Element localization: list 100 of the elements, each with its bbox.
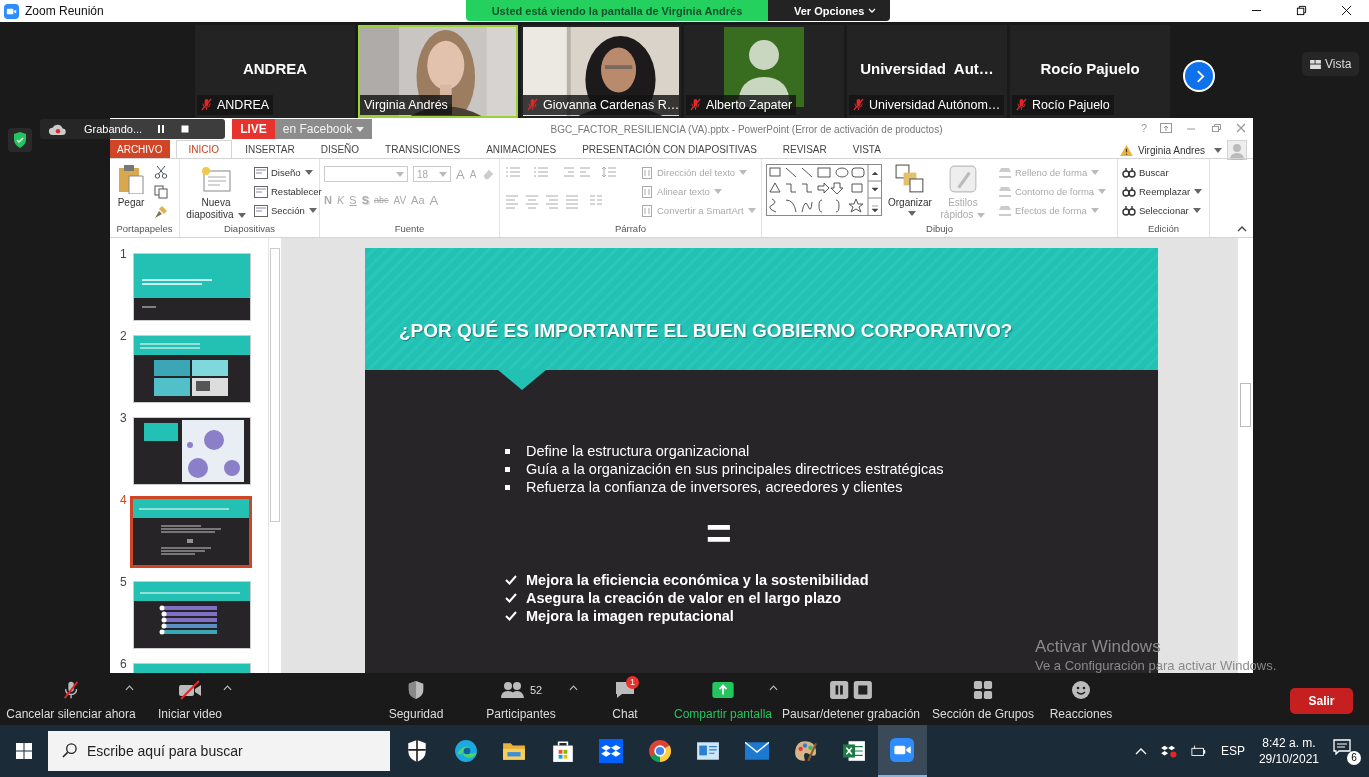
slide-thumbnail[interactable] [130, 496, 252, 568]
ribbon-button[interactable]: Seleccionar [1122, 203, 1203, 218]
participant-name: Universidad Aut… [860, 59, 994, 77]
notification-count: 6 [1347, 751, 1361, 765]
file-tab[interactable]: ARCHIVO [110, 140, 170, 158]
toolbar-button[interactable]: 1 Chat [580, 673, 670, 725]
language-indicator[interactable]: ESP [1220, 744, 1245, 758]
caret-icon [1098, 189, 1107, 194]
shape-format-icon [997, 204, 1012, 217]
avatar-icon [1227, 140, 1247, 160]
bullet-text: Refuerza la confianza de inversores, acreedores y clientes [526, 479, 903, 495]
group-label: Edición [1146, 223, 1181, 236]
start-icon[interactable] [16, 743, 32, 759]
caret-icon[interactable] [569, 685, 578, 691]
stop-icon[interactable] [180, 124, 191, 134]
shapes-gallery[interactable] [766, 164, 882, 216]
taskbar-app[interactable] [878, 725, 927, 777]
toolbar-button[interactable]: Reacciones [1040, 673, 1122, 725]
caret-icon [739, 170, 748, 175]
ribbon-button[interactable]: Buscar [1122, 165, 1203, 180]
caret-icon [1192, 208, 1201, 213]
ribbon-tab[interactable]: DISEÑO [307, 140, 373, 158]
ribbon-tab[interactable]: PRESENTACIÓN CON DIAPOSITIVAS [569, 140, 770, 158]
toolbar-button[interactable]: 52 Participantes [462, 673, 580, 725]
slide-thumbnail[interactable] [133, 417, 251, 485]
ribbon-tab[interactable]: INICIO [175, 140, 233, 158]
toolbar-button[interactable]: Compartir pantalla [670, 673, 776, 725]
check-icon [505, 611, 517, 621]
caret-icon [356, 126, 365, 132]
slide-thumbnail[interactable] [133, 335, 251, 403]
camera-logo-icon [4, 3, 19, 19]
cloud-record-icon [48, 122, 68, 136]
battery-icon[interactable] [1190, 744, 1207, 758]
new-slide-button[interactable]: Nueva diapositiva [184, 162, 248, 223]
brush-icon[interactable] [154, 205, 168, 219]
ribbon-button[interactable]: Diseño [254, 165, 322, 180]
participant-name: Rocío Pajuelo [1040, 59, 1140, 77]
ribbon-tab[interactable]: ANIMACIONES [473, 140, 570, 158]
unread-badge: 1 [626, 676, 639, 689]
caret-icon[interactable] [769, 685, 778, 691]
bullet-icon [505, 484, 510, 490]
leave-button[interactable]: Salir [1290, 688, 1353, 714]
arrange-button[interactable]: Organizar [886, 162, 934, 223]
slide-number: 1 [119, 248, 128, 261]
ribbon-tab[interactable]: INSERTAR [232, 140, 308, 158]
smiley-icon [1071, 680, 1091, 700]
collapse-icon[interactable] [1237, 226, 1247, 232]
chevron-up-icon[interactable] [1134, 747, 1147, 755]
caret-icon [713, 189, 722, 194]
caret-icon[interactable] [125, 685, 134, 691]
caret-icon [1090, 208, 1099, 213]
toolbar-button[interactable]: Pausar/detener grabación [776, 673, 926, 725]
warning-icon [1119, 144, 1133, 156]
view-options-button[interactable]: Ver Opciones [768, 0, 890, 21]
caret-icon [439, 171, 447, 177]
clipboard-icon [116, 164, 146, 194]
toolbar-button[interactable]: Seguridad [370, 673, 462, 725]
arrange-icon [894, 164, 925, 194]
time-text: 8:42 a. m. [1262, 735, 1316, 751]
notification-icon[interactable] [1333, 739, 1351, 755]
bullet-icon [505, 448, 510, 454]
slide-thumbnail[interactable] [133, 253, 251, 321]
caret-icon[interactable] [223, 685, 232, 691]
slide-number: 2 [119, 330, 128, 343]
shape-format-icon [997, 166, 1012, 179]
scrollbar[interactable] [268, 238, 282, 673]
ribbon-button[interactable]: Sección [254, 203, 322, 218]
user-name[interactable]: Virginia Andres [1137, 144, 1205, 156]
toolbar-button[interactable]: Cancelar silenciar ahora [0, 673, 142, 725]
envelope-icon [744, 739, 769, 763]
ribbon-button[interactable]: Restablecer [254, 184, 322, 199]
group-label: Dibujo [925, 223, 954, 236]
slide-thumbnail[interactable] [133, 581, 251, 649]
font-name-field[interactable] [324, 166, 408, 182]
video-camera-icon [890, 738, 915, 762]
toolbar-button[interactable]: Iniciar video [142, 673, 238, 725]
participant-name: Rocío Pajuelo [1032, 97, 1110, 112]
shield-icon [8, 128, 32, 152]
box-icon[interactable] [1160, 744, 1177, 758]
ribbon-display-icon[interactable] [1160, 123, 1172, 133]
next-page-button[interactable] [1183, 60, 1215, 92]
ribbon-tab[interactable]: TRANSICIONES [372, 140, 474, 158]
caret-icon [308, 208, 317, 213]
ribbon-button[interactable]: Reemplazar [1122, 184, 1203, 199]
document-title: BGC_FACTOR_RESILIENCIA (VA).pptx - PowerPoint (Error de activación de productos) [550, 123, 943, 135]
palette-icon [793, 739, 818, 763]
search-field[interactable]: Escribe aquí para buscar [48, 731, 390, 771]
toolbar-button[interactable]: Sección de Grupos [926, 673, 1040, 725]
bag-icon [550, 739, 575, 763]
close-icon[interactable] [1235, 123, 1247, 133]
clock[interactable]: 8:42 a. m. 29/10/2021 [1258, 735, 1319, 767]
paste-button[interactable]: Pegar [114, 162, 148, 223]
copy-icon[interactable] [154, 185, 168, 199]
view-button[interactable]: Vista [1302, 52, 1360, 76]
card-icon [696, 739, 721, 763]
ribbon-tab[interactable]: REVISAR [769, 140, 840, 158]
live-button[interactable]: LIVE [232, 119, 275, 139]
scissors-icon[interactable] [154, 165, 168, 179]
ribbon-tab[interactable]: VISTA [839, 140, 894, 158]
pause-icon[interactable] [156, 124, 167, 134]
